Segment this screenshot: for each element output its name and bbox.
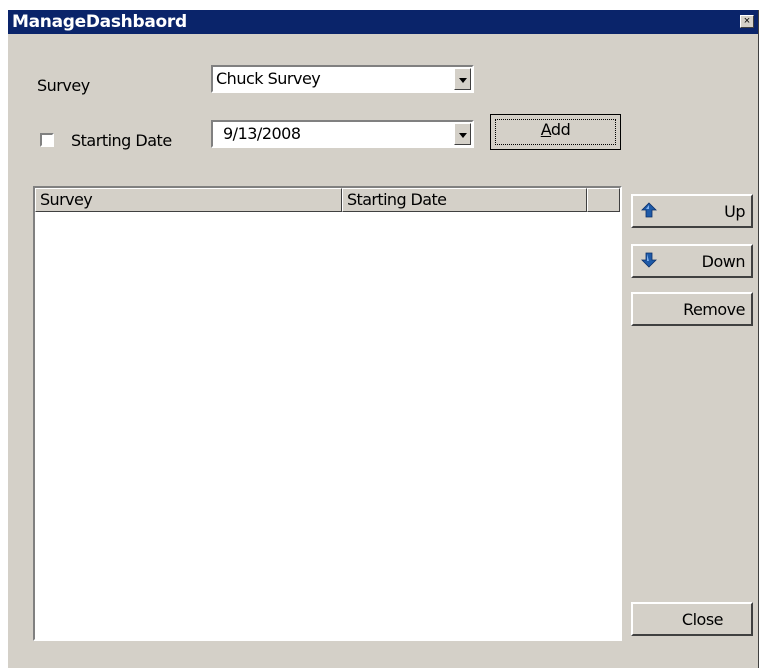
add-button[interactable]: Add (490, 114, 621, 150)
close-button[interactable]: Close (631, 602, 753, 636)
remove-button[interactable]: Remove (631, 292, 753, 326)
close-icon: × (743, 15, 751, 27)
starting-date-label: Starting Date (71, 131, 172, 150)
chevron-down-icon[interactable] (454, 123, 471, 145)
down-button[interactable]: Down (631, 244, 753, 278)
remove-button-label: Remove (683, 300, 745, 319)
down-button-label: Down (701, 252, 746, 271)
starting-date-value: 9/13/2008 (223, 124, 301, 143)
up-button-label: Up (724, 202, 745, 221)
close-window-button[interactable]: × (740, 15, 754, 28)
up-button[interactable]: Up (631, 194, 753, 228)
starting-date-checkbox[interactable] (40, 133, 54, 147)
chevron-down-icon[interactable] (454, 68, 471, 90)
add-label-rest: dd (550, 120, 571, 139)
manage-dashboard-window: ManageDashbaord × Survey Chuck Survey St… (7, 10, 759, 668)
survey-dropdown-value: Chuck Survey (216, 69, 321, 88)
arrow-down-icon (641, 252, 657, 268)
add-label-accel: A (540, 120, 552, 139)
survey-list[interactable]: Survey Starting Date (33, 186, 622, 641)
column-header-filler (587, 188, 620, 212)
column-header-starting-date[interactable]: Starting Date (342, 188, 587, 212)
starting-date-picker[interactable]: 9/13/2008 (211, 120, 474, 148)
survey-label: Survey (37, 76, 90, 95)
arrow-up-icon (641, 202, 657, 218)
list-header: Survey Starting Date (35, 188, 620, 212)
window-title: ManageDashbaord (12, 12, 187, 32)
add-button-label: Add (495, 119, 616, 145)
column-header-survey[interactable]: Survey (35, 188, 342, 212)
close-button-label: Close (681, 610, 724, 629)
title-bar[interactable]: ManageDashbaord × (8, 10, 758, 34)
survey-dropdown[interactable]: Chuck Survey (211, 65, 474, 93)
